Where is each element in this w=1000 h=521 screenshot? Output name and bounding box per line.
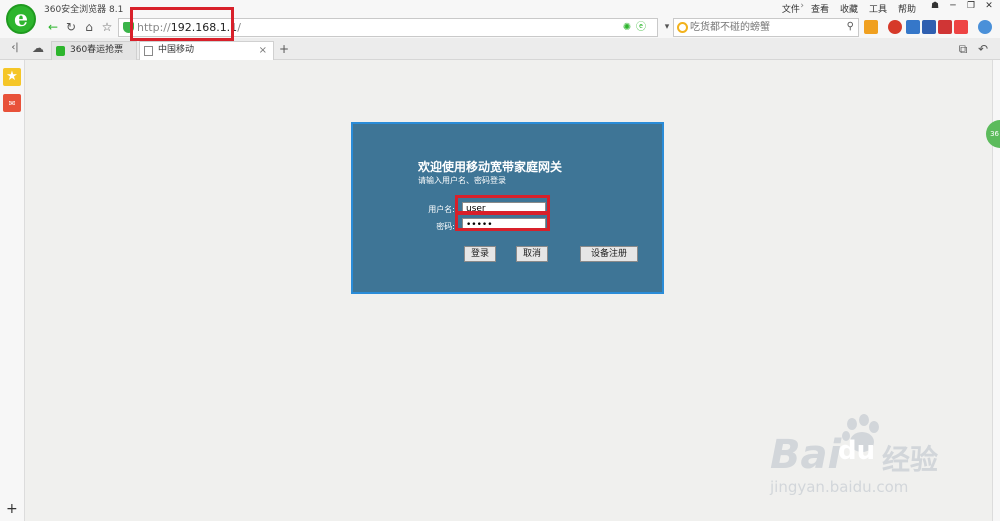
refresh-icon[interactable]: ↻ xyxy=(62,18,80,36)
register-device-button[interactable]: 设备注册 xyxy=(580,246,638,262)
tab-close-icon[interactable]: × xyxy=(259,42,267,59)
floating-360-icon[interactable]: 36 xyxy=(986,120,1000,148)
watermark-brand-du: du xyxy=(838,436,876,466)
menu-file[interactable]: 文件 xyxy=(782,2,800,15)
close-button[interactable]: ✕ xyxy=(980,0,998,12)
menu-favorites[interactable]: 收藏 xyxy=(840,2,858,15)
search-box[interactable]: ⚲ xyxy=(673,18,859,37)
tab-label: 360春运抢票 xyxy=(70,45,124,55)
search-input[interactable] xyxy=(690,20,840,35)
navigation-bar: ← ↻ ⌂ ☆ http://192.168.1.1/ ✺ ⓔ ▾ ⚲ xyxy=(0,16,1000,38)
skin-icon[interactable]: ☗ xyxy=(926,0,944,12)
minimize-button[interactable]: ─ xyxy=(944,0,962,12)
username-label: 用户名: xyxy=(428,205,455,214)
login-title: 欢迎使用移动宽带家庭网关 xyxy=(418,160,563,174)
speed-icon[interactable]: ✺ xyxy=(621,22,633,34)
menu-tools[interactable]: 工具 xyxy=(869,2,887,15)
browser-logo-icon: e xyxy=(6,4,36,34)
menu-help[interactable]: 帮助 xyxy=(898,2,916,15)
tab-bar: ‹| ☁ 360春运抢票 中国移动 × + ⧉ ↶ xyxy=(0,38,1000,60)
username-input[interactable] xyxy=(462,202,546,215)
pdf-icon[interactable] xyxy=(954,20,968,34)
url-path: / xyxy=(237,21,241,34)
menu-view[interactable]: 查看 xyxy=(811,2,829,15)
discount-icon[interactable]: ✉ xyxy=(3,94,21,112)
collapse-sidebar-icon[interactable]: ‹| xyxy=(6,39,24,57)
login-button[interactable]: 登录 xyxy=(464,246,496,262)
address-url[interactable]: http://192.168.1.1/ xyxy=(137,21,241,34)
login-panel: 欢迎使用移动宽带家庭网关 请输入用户名、密码登录 用户名: 密码: 登录 取消 … xyxy=(351,122,664,294)
undo-close-icon[interactable]: ↶ xyxy=(974,40,992,58)
tab-list-icon[interactable]: ⧉ xyxy=(954,40,972,58)
security-shield-icon xyxy=(123,22,134,33)
tab-china-mobile[interactable]: 中国移动 × xyxy=(139,41,274,60)
watermark-suffix: 经验 xyxy=(882,443,939,476)
add-sidebar-icon[interactable]: + xyxy=(6,501,18,517)
translate-icon[interactable] xyxy=(906,20,920,34)
tab-label: 中国移动 xyxy=(158,45,195,55)
back-arrow-icon[interactable]: ← xyxy=(44,18,62,36)
restore-button[interactable]: ❐ xyxy=(962,0,980,12)
title-bar: 360安全浏览器 8.1 文件 查看 收藏 工具 帮助 › ☗ ─ ❐ ✕ xyxy=(0,0,1000,16)
star-icon[interactable]: ☆ xyxy=(98,18,116,36)
cloud-icon[interactable]: ☁ xyxy=(29,39,47,57)
zoom-icon[interactable] xyxy=(978,20,992,34)
new-tab-button[interactable]: + xyxy=(275,40,293,58)
home-icon[interactable]: ⌂ xyxy=(80,18,98,36)
watermark-url: jingyan.baidu.com xyxy=(770,478,909,496)
watermark-brand: Bai xyxy=(770,432,842,478)
left-sidebar: ★ ✉ + xyxy=(0,60,25,521)
weibo-icon[interactable] xyxy=(938,20,952,34)
app-title: 360安全浏览器 8.1 xyxy=(44,5,124,15)
password-input[interactable] xyxy=(462,218,546,231)
cancel-button[interactable]: 取消 xyxy=(516,246,548,262)
abp-icon[interactable] xyxy=(888,20,902,34)
window-controls: ☗ ─ ❐ ✕ xyxy=(926,0,998,12)
address-bar[interactable]: http://192.168.1.1/ ✺ ⓔ xyxy=(118,18,658,37)
chevron-right-icon[interactable]: › xyxy=(800,1,804,11)
login-subtitle: 请输入用户名、密码登录 xyxy=(418,176,506,185)
browser-mode-icon[interactable]: ⓔ xyxy=(635,22,647,34)
search-icon[interactable]: ⚲ xyxy=(847,21,854,32)
password-label: 密码: xyxy=(436,222,455,231)
url-protocol: http:// xyxy=(137,21,171,34)
page-icon xyxy=(144,46,153,56)
favorites-star-icon[interactable]: ★ xyxy=(3,68,21,86)
url-host: 192.168.1.1 xyxy=(170,21,238,34)
screenshot-icon[interactable] xyxy=(922,20,936,34)
search-engine-icon[interactable] xyxy=(677,22,688,33)
tab-ticket[interactable]: 360春运抢票 xyxy=(51,41,137,60)
apps-grid-icon[interactable] xyxy=(864,20,878,34)
tab-favicon-icon xyxy=(56,46,65,56)
